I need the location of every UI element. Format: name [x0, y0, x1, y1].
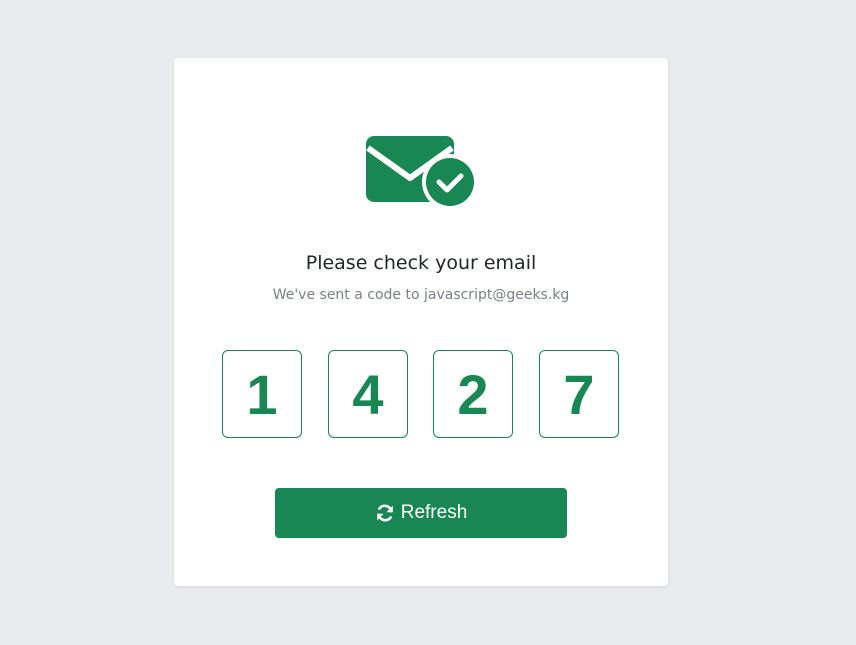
refresh-button[interactable]: Refresh [275, 488, 567, 538]
page-subtitle: We've sent a code to javascript@geeks.kg [272, 287, 570, 303]
verification-card: Please check your email We've sent a cod… [174, 58, 668, 586]
code-digit-3[interactable]: 2 [433, 350, 513, 438]
refresh-button-label: Refresh [400, 502, 468, 523]
code-digit-1[interactable]: 1 [222, 350, 302, 438]
email-check-icon [364, 134, 478, 210]
code-digit-2[interactable]: 4 [328, 350, 408, 438]
refresh-icon [375, 503, 395, 523]
page-title: Please check your email [305, 252, 537, 274]
code-digit-4[interactable]: 7 [539, 350, 619, 438]
code-input-group: 1 4 2 7 [222, 350, 620, 440]
